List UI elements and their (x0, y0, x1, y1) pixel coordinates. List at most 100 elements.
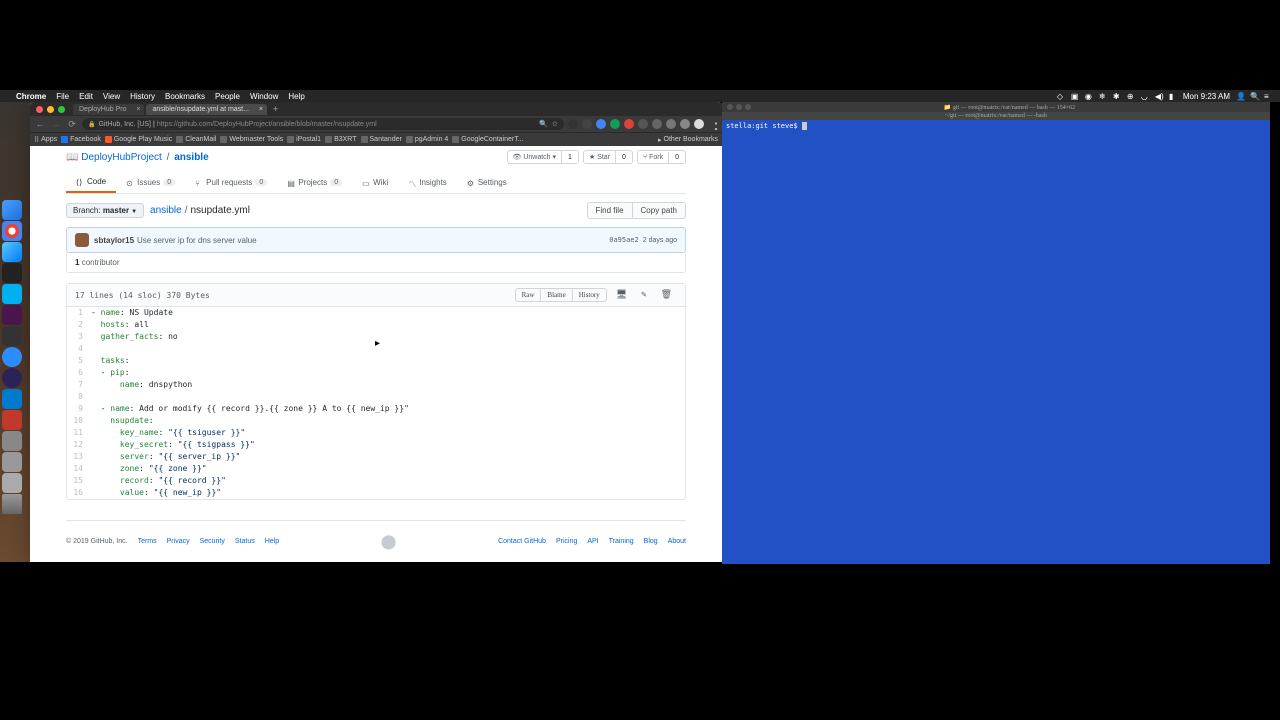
dock-app[interactable] (2, 410, 22, 430)
line-number[interactable]: 7 (67, 379, 91, 391)
extension-icon[interactable] (652, 119, 662, 129)
star-button[interactable]: ★ Star0 (583, 150, 633, 164)
bookmark-item[interactable]: pgAdmin 4 (406, 136, 448, 143)
footer-link[interactable]: Privacy (167, 538, 190, 545)
user-icon[interactable]: 👤 (1236, 92, 1244, 100)
github-icon[interactable]: ⬤ (381, 533, 397, 550)
menu-icon[interactable]: ⋮ (708, 119, 718, 129)
desktop-icon[interactable]: 🖥 (611, 288, 632, 302)
watch-button[interactable]: 👁 Unwatch ▾1 (507, 150, 579, 164)
clock[interactable]: Mon 9:23 AM (1183, 92, 1230, 101)
bookmark-item[interactable]: Webmaster Tools (220, 136, 283, 143)
terminal-window[interactable]: 📁 git — root@matrix:/var/named — bash — … (722, 102, 1270, 564)
footer-link[interactable]: Training (609, 538, 634, 545)
reload-button[interactable]: ⟳ (66, 119, 78, 130)
terminal-tab[interactable]: ~/git — root@matrix:/var/named — -bash (722, 112, 1270, 120)
code-line[interactable]: 9 - name: Add or modify {{ record }}.{{ … (67, 403, 685, 415)
extension-icon[interactable] (680, 119, 690, 129)
other-bookmarks[interactable]: ▸ Other Bookmarks (658, 136, 718, 144)
code-line[interactable]: 11 key_name: "{{ tsiguser }}" (67, 427, 685, 439)
delete-icon[interactable]: 🗑 (656, 288, 677, 302)
extension-icon[interactable] (582, 119, 592, 129)
dock-chrome[interactable] (2, 221, 22, 241)
menu-edit[interactable]: Edit (79, 92, 93, 101)
extension-icon[interactable] (610, 119, 620, 129)
code-line[interactable]: 6 - pip: (67, 367, 685, 379)
line-number[interactable]: 9 (67, 403, 91, 415)
extension-icon[interactable] (568, 119, 578, 129)
code-line[interactable]: 7 name: dnspython (67, 379, 685, 391)
menu-icon[interactable]: ≡ (1264, 92, 1272, 100)
menu-window[interactable]: Window (250, 92, 278, 101)
chrome-titlebar[interactable]: DeployHub Pro× ansible/nsupdate.yml at m… (30, 102, 722, 116)
maximize-icon[interactable] (58, 106, 65, 113)
bookmark-item[interactable]: iPostal1 (287, 136, 321, 143)
close-icon[interactable] (36, 106, 43, 113)
history-button[interactable]: History (573, 288, 607, 302)
code-line[interactable]: 12 key_secret: "{{ tsigpass }}" (67, 439, 685, 451)
code-line[interactable]: 1- name: NS Update (67, 307, 685, 319)
tab-pull-requests[interactable]: ⑂Pull requests 0 (185, 172, 277, 193)
code-line[interactable]: 13 server: "{{ server_ip }}" (67, 451, 685, 463)
status-icon[interactable]: ⊕ (1127, 92, 1135, 100)
tab-code[interactable]: ⟨⟩Code (66, 172, 116, 193)
close-icon[interactable]: × (136, 106, 140, 113)
line-number[interactable]: 6 (67, 367, 91, 379)
menu-help[interactable]: Help (288, 92, 304, 101)
line-number[interactable]: 16 (67, 487, 91, 499)
line-number[interactable]: 14 (67, 463, 91, 475)
dock-vscode[interactable] (2, 389, 22, 409)
bookmark-item[interactable]: GoogleContainerT... (452, 136, 523, 143)
tab-settings[interactable]: ⚙Settings (457, 172, 517, 193)
dock-slack[interactable] (2, 305, 22, 325)
footer-link[interactable]: Terms (138, 538, 157, 545)
menu-file[interactable]: File (56, 92, 69, 101)
extension-icon[interactable] (624, 119, 634, 129)
menu-bookmarks[interactable]: Bookmarks (165, 92, 205, 101)
minimize-icon[interactable] (736, 104, 742, 110)
repo-link[interactable]: ansible (174, 152, 208, 163)
line-number[interactable]: 1 (67, 307, 91, 319)
code-line[interactable]: 16 value: "{{ new_ip }}" (67, 487, 685, 499)
browser-tab[interactable]: ansible/nsupdate.yml at mast...× (146, 104, 267, 115)
apps-button[interactable]: ⠿ Apps (34, 136, 57, 144)
app-name[interactable]: Chrome (16, 92, 46, 101)
menu-people[interactable]: People (215, 92, 240, 101)
tab-issues[interactable]: ⊙Issues 0 (116, 172, 185, 193)
raw-button[interactable]: Raw (515, 288, 542, 302)
dock-terminal[interactable] (2, 263, 22, 283)
org-link[interactable]: DeployHubProject (81, 152, 162, 163)
footer-link[interactable]: Blog (644, 538, 658, 545)
url-bar[interactable]: 🔒 GitHub, Inc. [US] | https://github.com… (82, 118, 564, 130)
status-icon[interactable]: ▣ (1071, 92, 1079, 100)
dock-app[interactable] (2, 452, 22, 472)
find-file-button[interactable]: Find file (587, 202, 633, 219)
browser-tab[interactable]: DeployHub Pro× (73, 104, 144, 115)
code-line[interactable]: 15 record: "{{ record }}" (67, 475, 685, 487)
dock-zoom[interactable] (2, 347, 22, 367)
search-icon[interactable]: 🔍 (539, 120, 548, 128)
dock-eclipse[interactable] (2, 368, 22, 388)
bookmark-item[interactable]: Google Play Music (105, 136, 172, 143)
back-button[interactable]: ← (34, 119, 46, 129)
footer-link[interactable]: Help (265, 538, 279, 545)
forward-button[interactable]: → (50, 119, 62, 129)
code-body[interactable]: 1- name: NS Update2 hosts: all3 gather_f… (67, 307, 685, 499)
volume-icon[interactable]: ◀) (1155, 92, 1163, 100)
code-line[interactable]: 5 tasks: (67, 355, 685, 367)
footer-link[interactable]: Pricing (556, 538, 577, 545)
dock-trash[interactable] (2, 494, 22, 514)
extension-icon[interactable] (694, 119, 704, 129)
bookmark-item[interactable]: Santander (361, 136, 402, 143)
footer-link[interactable]: About (668, 538, 686, 545)
footer-link[interactable]: Security (200, 538, 225, 545)
tab-insights[interactable]: 〽Insights (398, 172, 457, 193)
star-icon[interactable]: ☆ (552, 120, 558, 128)
footer-link[interactable]: Status (235, 538, 255, 545)
battery-icon[interactable]: ▮ (1169, 92, 1177, 100)
code-line[interactable]: 8 (67, 391, 685, 403)
tab-wiki[interactable]: ▭Wiki (352, 172, 398, 193)
author-link[interactable]: sbtaylor15 (94, 236, 134, 245)
status-icon[interactable]: ❄ (1099, 92, 1107, 100)
folder-link[interactable]: ansible (150, 205, 182, 216)
